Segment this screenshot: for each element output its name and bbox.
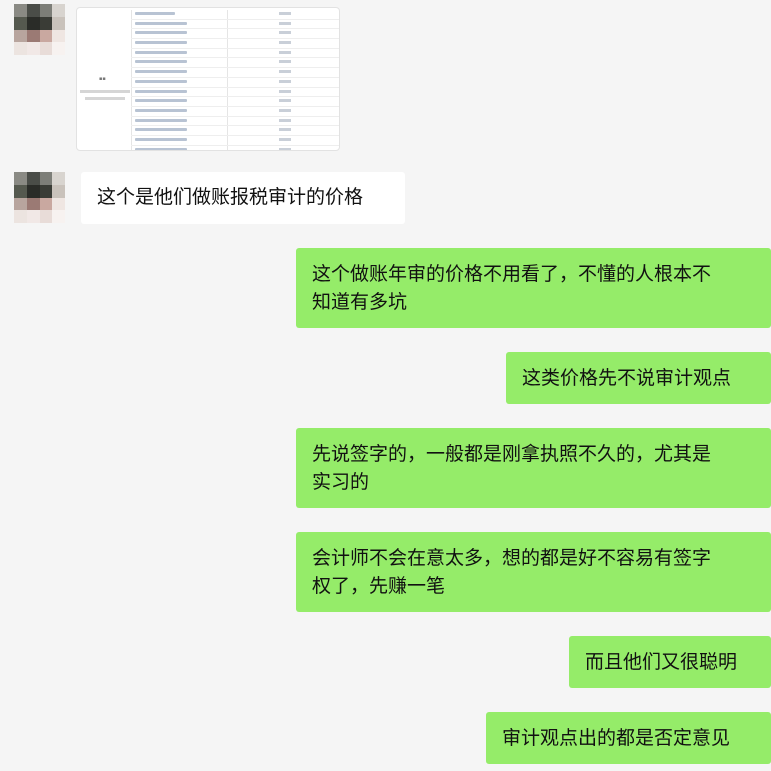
message-text-line: 实习的 (312, 471, 370, 493)
message-text: 审计观点出的都是否定意见 (502, 727, 731, 749)
message-text: 而且他们又很聪明 (585, 651, 738, 673)
message-text-line: 权了，先赚一笔 (312, 575, 446, 597)
outgoing-message-bubble[interactable]: 先说签字的，一般都是刚拿执照不久的，尤其是 实习的 (296, 428, 771, 508)
outgoing-message-bubble[interactable]: 审计观点出的都是否定意见 (486, 712, 771, 764)
message-text: 这个是他们做账报税审计的价格 (97, 186, 364, 208)
image-price-table (131, 10, 339, 150)
outgoing-message-bubble[interactable]: 这类价格先不说审计观点 (506, 352, 771, 404)
outgoing-message-bubble[interactable]: 会计师不会在意太多，想的都是好不容易有签字 权了，先赚一笔 (296, 532, 771, 612)
message-text-line: 先说签字的，一般都是刚拿执照不久的，尤其是 (312, 443, 712, 465)
contact-avatar[interactable] (14, 4, 65, 55)
image-left-panel: ▪▪ (77, 8, 131, 150)
image-message-price-list[interactable]: ▪▪ (76, 7, 340, 151)
message-text-line: 会计师不会在意太多，想的都是好不容易有签字 (312, 547, 712, 569)
contact-avatar[interactable] (14, 172, 65, 223)
incoming-message-bubble[interactable]: 这个是他们做账报税审计的价格 (81, 172, 405, 224)
outgoing-message-bubble[interactable]: 这个做账年审的价格不用看了，不懂的人根本不 知道有多坑 (296, 248, 771, 328)
message-text-line: 这个做账年审的价格不用看了，不懂的人根本不 (312, 263, 712, 285)
message-text: 这类价格先不说审计观点 (522, 367, 732, 389)
outgoing-message-bubble[interactable]: 而且他们又很聪明 (569, 636, 771, 688)
message-text-line: 知道有多坑 (312, 291, 408, 313)
